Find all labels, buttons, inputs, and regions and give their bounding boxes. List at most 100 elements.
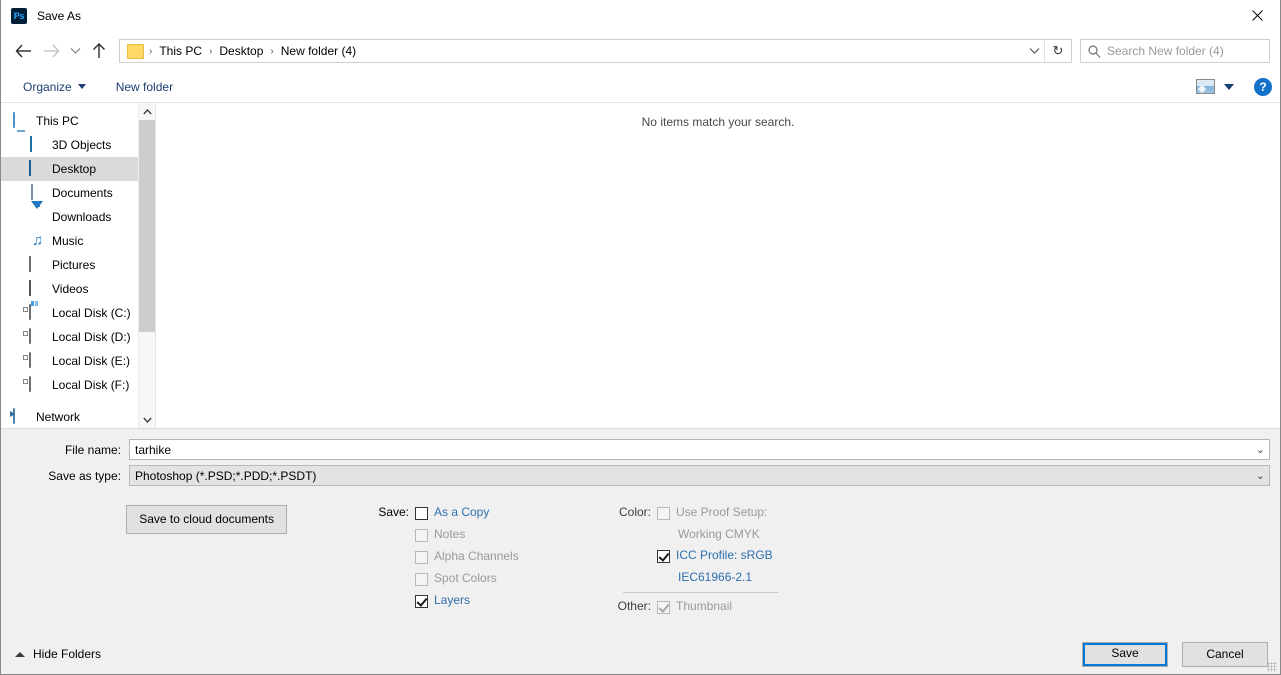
forward-button[interactable] (37, 37, 65, 65)
chevron-down-icon (142, 417, 152, 423)
new-folder-button[interactable]: New folder (108, 76, 181, 98)
system-disk-icon (29, 304, 45, 321)
save-as-dialog: Ps Save As › This PC › Desktop › New fol… (0, 0, 1281, 675)
save-as-type-row: Save as type: Photoshop (*.PSD;*.PDD;*.P… (1, 465, 1280, 486)
file-name-label: File name: (64, 442, 121, 457)
color-group-label: Color: (618, 505, 651, 519)
up-button[interactable] (85, 37, 113, 65)
sidebar-scrollbar[interactable] (138, 103, 155, 428)
as-a-copy-checkbox[interactable] (415, 507, 428, 520)
photoshop-icon: Ps (11, 7, 27, 24)
notes-label: Notes (434, 527, 466, 541)
sidebar-item-local-disk-c[interactable]: Local Disk (C:) (1, 301, 155, 325)
view-options-chevron-down-icon[interactable] (1224, 83, 1234, 90)
back-button[interactable] (9, 37, 37, 65)
layers-label: Layers (434, 593, 471, 607)
icc-profile-sub-label: IEC61966-2.1 (678, 570, 753, 584)
sidebar-item-label: Local Disk (E:) (52, 354, 131, 368)
chevron-down-icon[interactable]: ⌄ (1256, 469, 1265, 482)
hide-folders-button[interactable]: Hide Folders (15, 647, 101, 661)
option-thumbnail: Other: Thumbnail (611, 599, 871, 621)
sidebar-item-music[interactable]: ♫ Music (1, 229, 155, 253)
option-spot-colors: Spot Colors (361, 571, 611, 593)
breadcrumb-this-pc[interactable]: This PC (157, 44, 204, 58)
option-notes: Notes (361, 527, 611, 549)
recent-locations-button[interactable] (65, 37, 85, 65)
other-group-label: Other: (617, 599, 651, 613)
chevron-up-icon (15, 651, 25, 657)
scroll-down-button[interactable] (139, 411, 155, 428)
sidebar-item-network[interactable]: Network (1, 405, 155, 428)
dialog-footer: Hide Folders Save Cancel (1, 634, 1280, 674)
sidebar-item-label: This PC (36, 114, 79, 128)
option-as-a-copy: Save: As a Copy (361, 505, 611, 527)
cloud-column: Save to cloud documents (1, 505, 361, 621)
file-list[interactable]: No items match your search. (156, 103, 1280, 428)
save-as-type-value: Photoshop (*.PSD;*.PDD;*.PSDT) (135, 468, 317, 483)
desktop-icon (29, 160, 45, 177)
refresh-button[interactable]: ↻ (1044, 40, 1071, 62)
sidebar-item-label: Network (36, 410, 81, 424)
sidebar-item-3d-objects[interactable]: 3D Objects (1, 133, 155, 157)
breadcrumb-desktop[interactable]: Desktop (217, 44, 265, 58)
save-as-type-select[interactable]: Photoshop (*.PSD;*.PDD;*.PSDT) ⌄ (129, 465, 1270, 486)
disk-icon (29, 328, 45, 345)
save-button[interactable]: Save (1082, 641, 1168, 667)
organize-label: Organize (23, 79, 72, 94)
breadcrumb-separator-2: › (270, 45, 274, 57)
icc-profile-checkbox[interactable] (657, 550, 670, 563)
network-icon (13, 408, 29, 425)
3d-objects-icon (29, 136, 45, 153)
option-use-proof-setup: Color: Use Proof Setup: (611, 505, 871, 527)
sidebar-item-local-disk-f[interactable]: Local Disk (F:) (1, 373, 155, 397)
scrollbar-thumb[interactable] (139, 120, 155, 332)
videos-icon (29, 280, 45, 297)
chevron-down-icon[interactable]: ⌄ (1256, 443, 1265, 456)
file-name-row: File name: tarhike ⌄ (1, 439, 1280, 460)
documents-icon (29, 184, 45, 201)
search-input[interactable]: Search New folder (4) (1080, 39, 1270, 63)
alpha-channels-checkbox (415, 551, 428, 564)
organize-button[interactable]: Organize (15, 76, 94, 98)
window-title: Save As (37, 8, 82, 23)
address-bar[interactable]: › This PC › Desktop › New folder (4) ↻ (119, 39, 1072, 63)
address-dropdown-button[interactable] (1023, 40, 1045, 62)
navigation-bar: › This PC › Desktop › New folder (4) ↻ S… (1, 31, 1280, 71)
close-button[interactable] (1234, 0, 1280, 31)
navigation-sidebar: This PC 3D Objects Desktop Documents Dow… (1, 103, 156, 428)
scroll-up-button[interactable] (139, 103, 155, 120)
sidebar-item-label: Desktop (52, 162, 97, 176)
file-name-field[interactable]: tarhike ⌄ (129, 439, 1270, 460)
search-icon (1088, 44, 1101, 58)
layers-checkbox[interactable] (415, 595, 428, 608)
cancel-button[interactable]: Cancel (1182, 641, 1268, 667)
sidebar-item-desktop[interactable]: Desktop (1, 157, 155, 181)
refresh-icon: ↻ (1052, 43, 1064, 58)
sidebar-item-local-disk-d[interactable]: Local Disk (D:) (1, 325, 155, 349)
breadcrumb-new-folder[interactable]: New folder (4) (279, 44, 358, 58)
sidebar-item-label: Music (52, 234, 84, 248)
breadcrumb-separator-1: › (209, 45, 213, 57)
chevron-up-icon (142, 108, 152, 114)
view-mode-icon[interactable] (1196, 79, 1215, 94)
sidebar-item-documents[interactable]: Documents (1, 181, 155, 205)
help-button[interactable]: ? (1254, 77, 1272, 96)
color-options-group: Color: Use Proof Setup: Working CMYK ICC… (611, 505, 871, 621)
sidebar-item-downloads[interactable]: Downloads (1, 201, 155, 229)
sidebar-item-this-pc[interactable]: This PC (1, 109, 155, 133)
divider (623, 592, 778, 593)
disk-icon (29, 376, 45, 393)
arrow-right-icon (43, 44, 59, 58)
sidebar-item-label: Pictures (52, 258, 96, 272)
sidebar-item-label: Videos (52, 282, 89, 296)
sidebar-item-local-disk-e[interactable]: Local Disk (E:) (1, 349, 155, 373)
spot-colors-label: Spot Colors (434, 571, 497, 585)
resize-grip[interactable] (1267, 662, 1277, 672)
sidebar-item-pictures[interactable]: Pictures (1, 253, 155, 277)
use-proof-setup-label: Use Proof Setup: (676, 505, 768, 519)
help-label: ? (1259, 79, 1267, 94)
title-bar: Ps Save As (1, 0, 1280, 31)
sidebar-item-label: 3D Objects (52, 138, 112, 152)
sidebar-item-videos[interactable]: Videos (1, 277, 155, 301)
save-to-cloud-documents-button[interactable]: Save to cloud documents (126, 505, 287, 534)
